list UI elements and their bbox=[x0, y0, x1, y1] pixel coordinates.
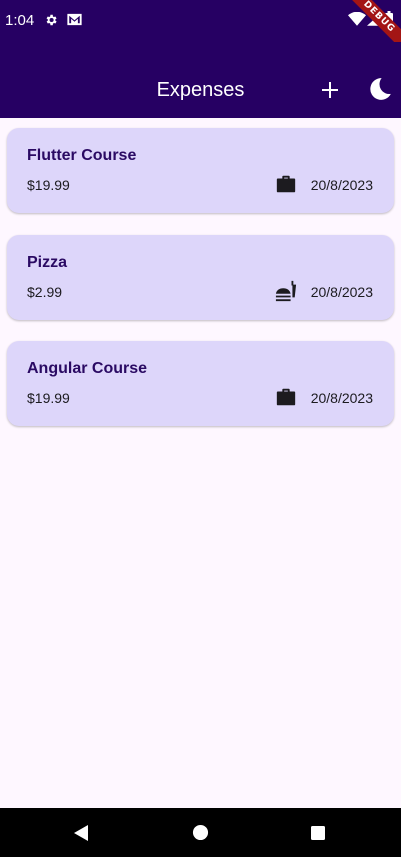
app-bar: Expenses bbox=[0, 42, 401, 118]
work-briefcase-icon bbox=[276, 175, 296, 193]
expense-amount: $19.99 bbox=[27, 177, 70, 193]
gmail-icon bbox=[67, 13, 82, 26]
wifi-icon bbox=[348, 12, 366, 26]
add-expense-button[interactable] bbox=[318, 78, 342, 102]
expense-date: 20/8/2023 bbox=[310, 284, 373, 300]
expense-title: Flutter Course bbox=[27, 147, 137, 164]
back-icon[interactable] bbox=[72, 824, 90, 842]
expense-date: 20/8/2023 bbox=[310, 390, 373, 406]
expense-amount: $2.99 bbox=[27, 284, 63, 300]
system-navigation-bar bbox=[0, 808, 401, 857]
expense-title: Angular Course bbox=[27, 360, 148, 377]
food-icon bbox=[275, 280, 297, 302]
expense-title: Pizza bbox=[27, 254, 68, 271]
dark-mode-toggle-icon[interactable] bbox=[367, 76, 393, 102]
recents-icon[interactable] bbox=[310, 825, 326, 841]
home-icon[interactable] bbox=[192, 824, 209, 841]
status-bar: 1:04 DEBUG bbox=[0, 0, 401, 58]
work-briefcase-icon bbox=[276, 388, 296, 406]
expense-date: 20/8/2023 bbox=[310, 177, 373, 193]
settings-gear-icon bbox=[46, 14, 57, 26]
expense-card[interactable]: Pizza $2.99 20/8/2023 bbox=[7, 235, 394, 320]
page-title: Expenses bbox=[156, 79, 245, 101]
status-time: 1:04 bbox=[5, 12, 35, 29]
expense-card[interactable]: Angular Course $19.99 20/8/2023 bbox=[7, 341, 394, 426]
expense-card[interactable]: Flutter Course $19.99 20/8/2023 bbox=[7, 128, 394, 213]
expense-amount: $19.99 bbox=[27, 390, 70, 406]
